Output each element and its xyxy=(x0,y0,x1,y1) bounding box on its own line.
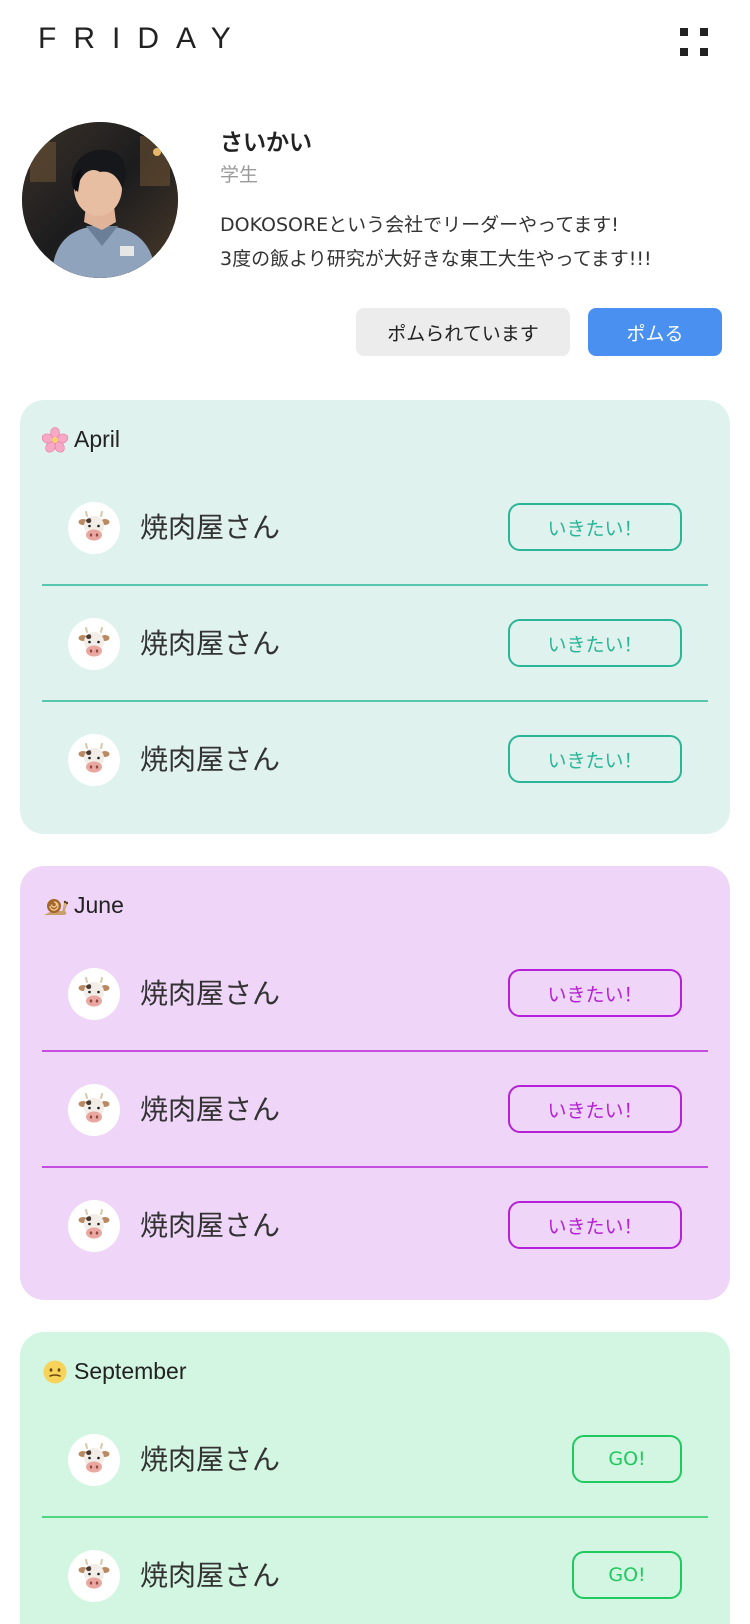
profile-bio: DOKOSOREという会社でリーダーやってます! 3度の飯より研究が大好きな東工… xyxy=(220,208,740,276)
shop-name: 焼肉屋さん xyxy=(140,1559,281,1592)
want-to-go-button[interactable]: いきたい！ xyxy=(508,503,682,551)
app-root: FRIDAY さいかい 学生 DOKOSOREという会社でリーダーやってます! … xyxy=(0,0,750,1624)
card-header: September xyxy=(42,1358,187,1385)
dots-grid-icon[interactable] xyxy=(680,28,712,60)
cow-face-icon xyxy=(68,734,120,786)
bio-line: 3度の飯より研究が大好きな東工大生やってます!!! xyxy=(220,248,652,270)
hot-face-icon xyxy=(42,1359,68,1385)
shop-name: 焼肉屋さん xyxy=(140,1443,281,1476)
go-button[interactable]: GO! xyxy=(572,1435,682,1483)
want-to-go-button[interactable]: いきたい！ xyxy=(508,735,682,783)
want-to-go-button[interactable]: いきたい！ xyxy=(508,619,682,667)
profile-section: さいかい 学生 DOKOSOREという会社でリーダーやってます! 3度の飯より研… xyxy=(0,110,750,370)
list-item[interactable]: 焼肉屋さん いきたい！ xyxy=(42,702,708,818)
card-title: September xyxy=(74,1358,187,1384)
want-to-go-button[interactable]: いきたい！ xyxy=(508,969,682,1017)
card-header: April xyxy=(41,426,121,453)
list-item[interactable]: 焼肉屋さん GO! xyxy=(42,1402,708,1518)
season-card-september: September 焼肉屋さん GO! 焼肉屋さん GO! xyxy=(20,1332,730,1624)
top-bar: FRIDAY xyxy=(0,0,750,96)
list-item[interactable]: 焼肉屋さん いきたい！ xyxy=(42,470,708,586)
shop-name: 焼肉屋さん xyxy=(140,743,281,776)
bio-line: DOKOSOREという会社でリーダーやってます! xyxy=(220,214,619,236)
want-to-go-button[interactable]: いきたい！ xyxy=(508,1201,682,1249)
snail-icon xyxy=(42,893,69,919)
shop-name: 焼肉屋さん xyxy=(140,977,281,1010)
cow-face-icon xyxy=(68,968,120,1020)
list-item[interactable]: 焼肉屋さん いきたい！ xyxy=(42,586,708,702)
list-item[interactable]: 焼肉屋さん いきたい！ xyxy=(42,1168,708,1284)
profile-name: さいかい xyxy=(220,130,312,156)
card-header: June xyxy=(42,892,124,919)
avatar-photo xyxy=(22,122,178,278)
cow-face-icon xyxy=(68,618,120,670)
being-pomed-button[interactable]: ポムられています xyxy=(356,308,570,356)
list-item[interactable]: 焼肉屋さん GO! xyxy=(42,1518,708,1624)
season-card-april: April 焼肉屋さん いきたい！ 焼肉屋さん いきたい！ 焼肉屋さん いきたい… xyxy=(20,400,730,834)
cow-face-icon xyxy=(68,1084,120,1136)
cow-face-icon xyxy=(68,1200,120,1252)
cow-face-icon xyxy=(68,1550,120,1602)
list-item[interactable]: 焼肉屋さん いきたい！ xyxy=(42,936,708,1052)
cow-face-icon xyxy=(68,1434,120,1486)
season-card-june: June 焼肉屋さん いきたい！ 焼肉屋さん いきたい！ 焼肉屋さん いきたい！ xyxy=(20,866,730,1300)
brand-logo: FRIDAY xyxy=(38,22,248,55)
go-button[interactable]: GO! xyxy=(572,1551,682,1599)
cow-face-icon xyxy=(68,502,120,554)
shop-name: 焼肉屋さん xyxy=(140,511,281,544)
avatar[interactable] xyxy=(22,122,178,278)
shop-name: 焼肉屋さん xyxy=(140,627,281,660)
cherry-blossom-icon xyxy=(41,426,69,453)
card-title: June xyxy=(74,892,124,918)
pom-button[interactable]: ポムる xyxy=(588,308,722,356)
shop-name: 焼肉屋さん xyxy=(140,1093,281,1126)
card-title: April xyxy=(74,426,121,452)
list-item[interactable]: 焼肉屋さん いきたい！ xyxy=(42,1052,708,1168)
shop-name: 焼肉屋さん xyxy=(140,1209,281,1242)
profile-role: 学生 xyxy=(220,164,259,186)
want-to-go-button[interactable]: いきたい！ xyxy=(508,1085,682,1133)
